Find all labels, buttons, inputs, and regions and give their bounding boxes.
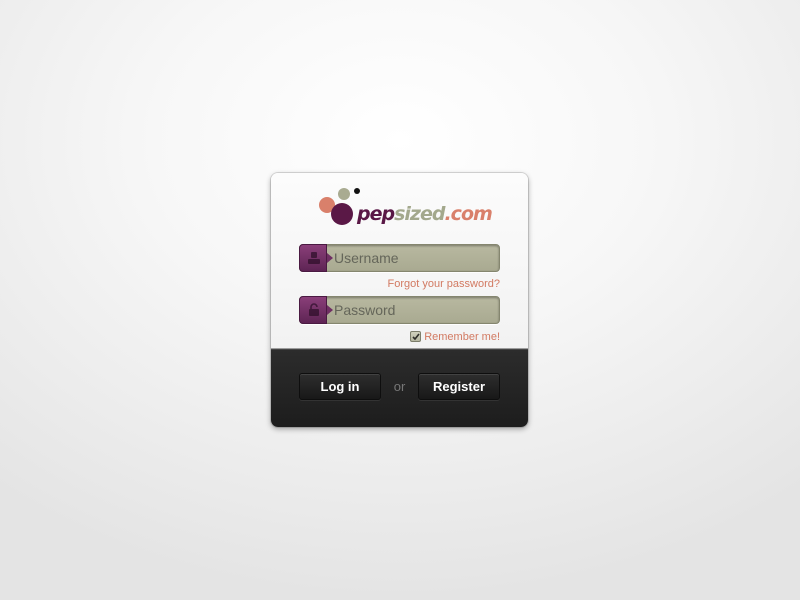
- login-card: pepsized.com Forgot your password?: [271, 173, 528, 427]
- remember-me-label[interactable]: Remember me!: [424, 331, 500, 343]
- checkmark-icon: [412, 333, 420, 341]
- logo-text-sized: sized: [394, 203, 445, 225]
- register-button[interactable]: Register: [418, 373, 500, 400]
- or-separator: or: [393, 379, 406, 394]
- password-field: [299, 296, 500, 324]
- username-input[interactable]: [334, 247, 494, 269]
- login-button[interactable]: Log in: [299, 373, 381, 400]
- user-icon: [308, 252, 320, 264]
- password-icon-box: [299, 296, 333, 324]
- username-icon-box: [299, 244, 333, 272]
- logo-text-pep: pep: [357, 203, 395, 225]
- login-form-panel: pepsized.com Forgot your password?: [271, 173, 528, 349]
- logo-text-com: .com: [444, 203, 492, 225]
- forgot-password-link[interactable]: Forgot your password?: [388, 278, 501, 290]
- logo-wordmark: pepsized.com: [357, 203, 493, 225]
- remember-me[interactable]: Remember me!: [410, 330, 500, 343]
- remember-me-checkbox[interactable]: [410, 331, 422, 342]
- password-input[interactable]: [334, 299, 494, 321]
- lock-icon: [309, 303, 319, 316]
- brand-logo: pepsized.com: [317, 187, 493, 227]
- username-field: [299, 244, 500, 272]
